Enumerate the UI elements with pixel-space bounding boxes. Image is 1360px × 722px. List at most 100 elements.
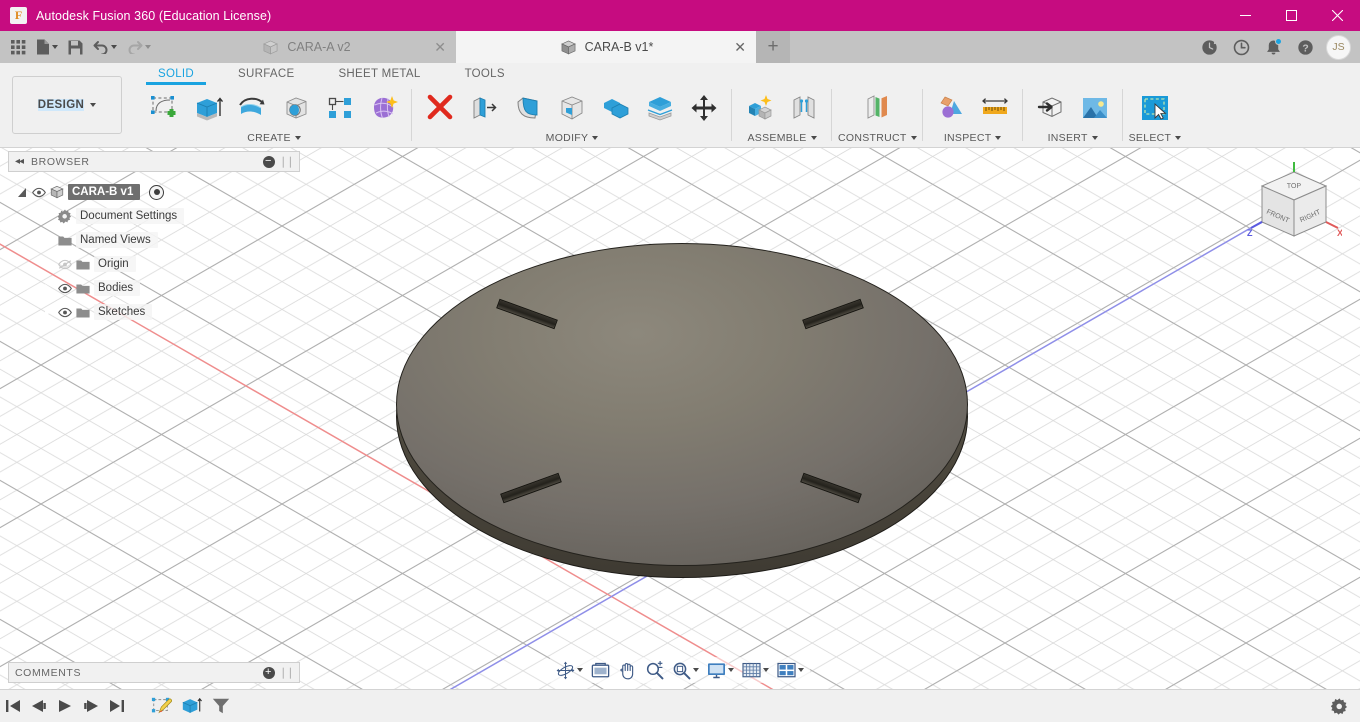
expander-collapsed-icon[interactable] — [40, 307, 54, 317]
refresh-job-status-icon[interactable] — [1193, 31, 1225, 63]
navigation-bar — [550, 657, 810, 683]
expander-collapsed-icon[interactable] — [40, 283, 54, 293]
expander-open-icon[interactable] — [14, 187, 28, 197]
help-icon[interactable]: ? — [1289, 31, 1321, 63]
move-copy-icon[interactable] — [682, 87, 726, 129]
interference-icon[interactable] — [929, 87, 973, 129]
expander-collapsed-icon[interactable] — [40, 259, 54, 269]
shell-icon[interactable] — [550, 87, 594, 129]
close-button[interactable] — [1314, 0, 1360, 31]
notifications-icon[interactable] — [1257, 31, 1289, 63]
fillet-icon[interactable] — [506, 87, 550, 129]
expander-collapsed-icon[interactable] — [40, 235, 54, 245]
ribbon-group-create-label[interactable]: CREATE — [247, 131, 301, 145]
browser-resize-grip[interactable]: ❘❘ — [279, 155, 296, 168]
canvas-image-icon[interactable] — [1073, 87, 1117, 129]
document-tab-cara-a[interactable]: CARA-A v2 ✕ — [156, 31, 456, 63]
tree-item-bodies[interactable]: Bodies — [8, 276, 300, 300]
redo-icon[interactable] — [122, 31, 156, 63]
undo-icon[interactable] — [88, 31, 122, 63]
sphere-icon[interactable] — [274, 87, 318, 129]
activate-component-radio[interactable] — [149, 184, 165, 200]
tree-item-document-settings[interactable]: Document Settings — [8, 204, 300, 228]
eye-hidden-icon[interactable] — [58, 259, 72, 270]
app-grid-icon[interactable] — [6, 31, 31, 63]
ribbon-group-assemble-label[interactable]: ASSEMBLE — [747, 131, 817, 145]
minimize-button[interactable] — [1222, 0, 1268, 31]
step-back-icon[interactable] — [26, 690, 52, 722]
tree-item-origin[interactable]: Origin — [8, 252, 300, 276]
joint-icon[interactable] — [782, 87, 826, 129]
view-cube[interactable]: TOP FRONT RIGHT X Z — [1246, 160, 1342, 256]
extrude-icon[interactable] — [186, 87, 230, 129]
play-icon[interactable] — [52, 690, 78, 722]
timeline-sketch-icon[interactable] — [146, 690, 176, 722]
ribbon-group-select-label[interactable]: SELECT — [1129, 131, 1182, 145]
ribbon-group-modify-label[interactable]: MODIFY — [546, 131, 599, 145]
insert-derive-icon[interactable] — [1029, 87, 1073, 129]
tree-item-sketches[interactable]: Sketches — [8, 300, 300, 324]
ribbon-tab-solid[interactable]: SOLID — [136, 63, 216, 85]
comments-resize-grip[interactable]: ❘❘ — [279, 666, 296, 679]
ribbon-tab-sheet-metal[interactable]: SHEET METAL — [316, 63, 442, 85]
press-pull-icon[interactable] — [418, 87, 462, 129]
ribbon: DESIGN SOLID SURFACE SHEET METAL TOOLS C… — [0, 63, 1360, 148]
eye-visible-icon[interactable] — [32, 187, 46, 198]
ribbon-panels: CREATE MODIFY ASSEMBLE CONSTRUCT INSPECT… — [136, 87, 1360, 147]
viewport-canvas[interactable]: TOP FRONT RIGHT X Z ◂◂ BROWSER − ❘❘ CARA… — [0, 148, 1360, 689]
revolve-icon[interactable] — [230, 87, 274, 129]
maximize-button[interactable] — [1268, 0, 1314, 31]
measure-icon[interactable] — [973, 87, 1017, 129]
look-at-icon[interactable] — [587, 658, 614, 682]
tab-strip: CARA-A v2 ✕ CARA-B v1* ✕ + ? JS — [0, 31, 1360, 63]
avatar[interactable]: JS — [1326, 34, 1351, 60]
eye-visible-icon[interactable] — [58, 307, 72, 318]
timeline-extrude-icon[interactable] — [176, 690, 206, 722]
workspace-selector[interactable]: DESIGN — [12, 76, 122, 134]
go-to-end-icon[interactable] — [104, 690, 130, 722]
browser-collapse-icon[interactable]: ◂◂ — [15, 156, 24, 167]
recent-icon[interactable] — [1225, 31, 1257, 63]
document-tab-close-icon[interactable]: ✕ — [434, 40, 446, 54]
browser-minimize-icon[interactable]: − — [262, 155, 275, 168]
ribbon-tab-tools[interactable]: TOOLS — [443, 63, 527, 85]
grid-snaps-icon[interactable] — [738, 658, 773, 682]
window-controls — [1222, 0, 1360, 31]
offset-plane-icon[interactable] — [855, 87, 899, 129]
pan-icon[interactable] — [614, 658, 641, 682]
pattern-icon[interactable] — [318, 87, 362, 129]
ribbon-group-insert-label[interactable]: INSERT — [1048, 131, 1098, 145]
document-tab-cara-b[interactable]: CARA-B v1* ✕ — [456, 31, 756, 63]
tree-item-cara-b[interactable]: CARA-B v1 — [8, 180, 300, 204]
ribbon-tab-surface[interactable]: SURFACE — [216, 63, 316, 85]
ribbon-group-construct-label[interactable]: CONSTRUCT — [838, 131, 917, 145]
comments-panel: COMMENTS + ❘❘ — [8, 662, 300, 683]
viewports-icon[interactable] — [773, 658, 808, 682]
chevron-down-icon — [763, 668, 769, 672]
timeline-filter-icon[interactable] — [206, 690, 236, 722]
file-icon[interactable] — [31, 31, 63, 63]
document-tab-close-icon[interactable]: ✕ — [734, 40, 746, 54]
fit-icon[interactable] — [668, 658, 703, 682]
zoom-icon[interactable] — [641, 658, 668, 682]
add-comment-icon[interactable]: + — [262, 666, 275, 679]
settings-gear-icon[interactable] — [1327, 694, 1351, 718]
tree-item-named-views[interactable]: Named Views — [8, 228, 300, 252]
orbit-icon[interactable] — [552, 658, 587, 682]
body-disc[interactable] — [396, 243, 968, 583]
select-window-icon[interactable] — [1133, 87, 1177, 129]
offset-face-icon[interactable] — [462, 87, 506, 129]
go-to-beginning-icon[interactable] — [0, 690, 26, 722]
eye-visible-icon[interactable] — [58, 283, 72, 294]
combine-icon[interactable] — [594, 87, 638, 129]
new-component-icon[interactable] — [738, 87, 782, 129]
display-settings-icon[interactable] — [703, 658, 738, 682]
create-form-icon[interactable] — [362, 87, 406, 129]
expander-collapsed-icon[interactable] — [40, 211, 54, 221]
split-body-icon[interactable] — [638, 87, 682, 129]
ribbon-group-inspect-label[interactable]: INSPECT — [944, 131, 1002, 145]
new-tab-button[interactable]: + — [756, 31, 790, 63]
create-sketch-icon[interactable] — [142, 87, 186, 129]
save-icon[interactable] — [63, 31, 88, 63]
step-forward-icon[interactable] — [78, 690, 104, 722]
